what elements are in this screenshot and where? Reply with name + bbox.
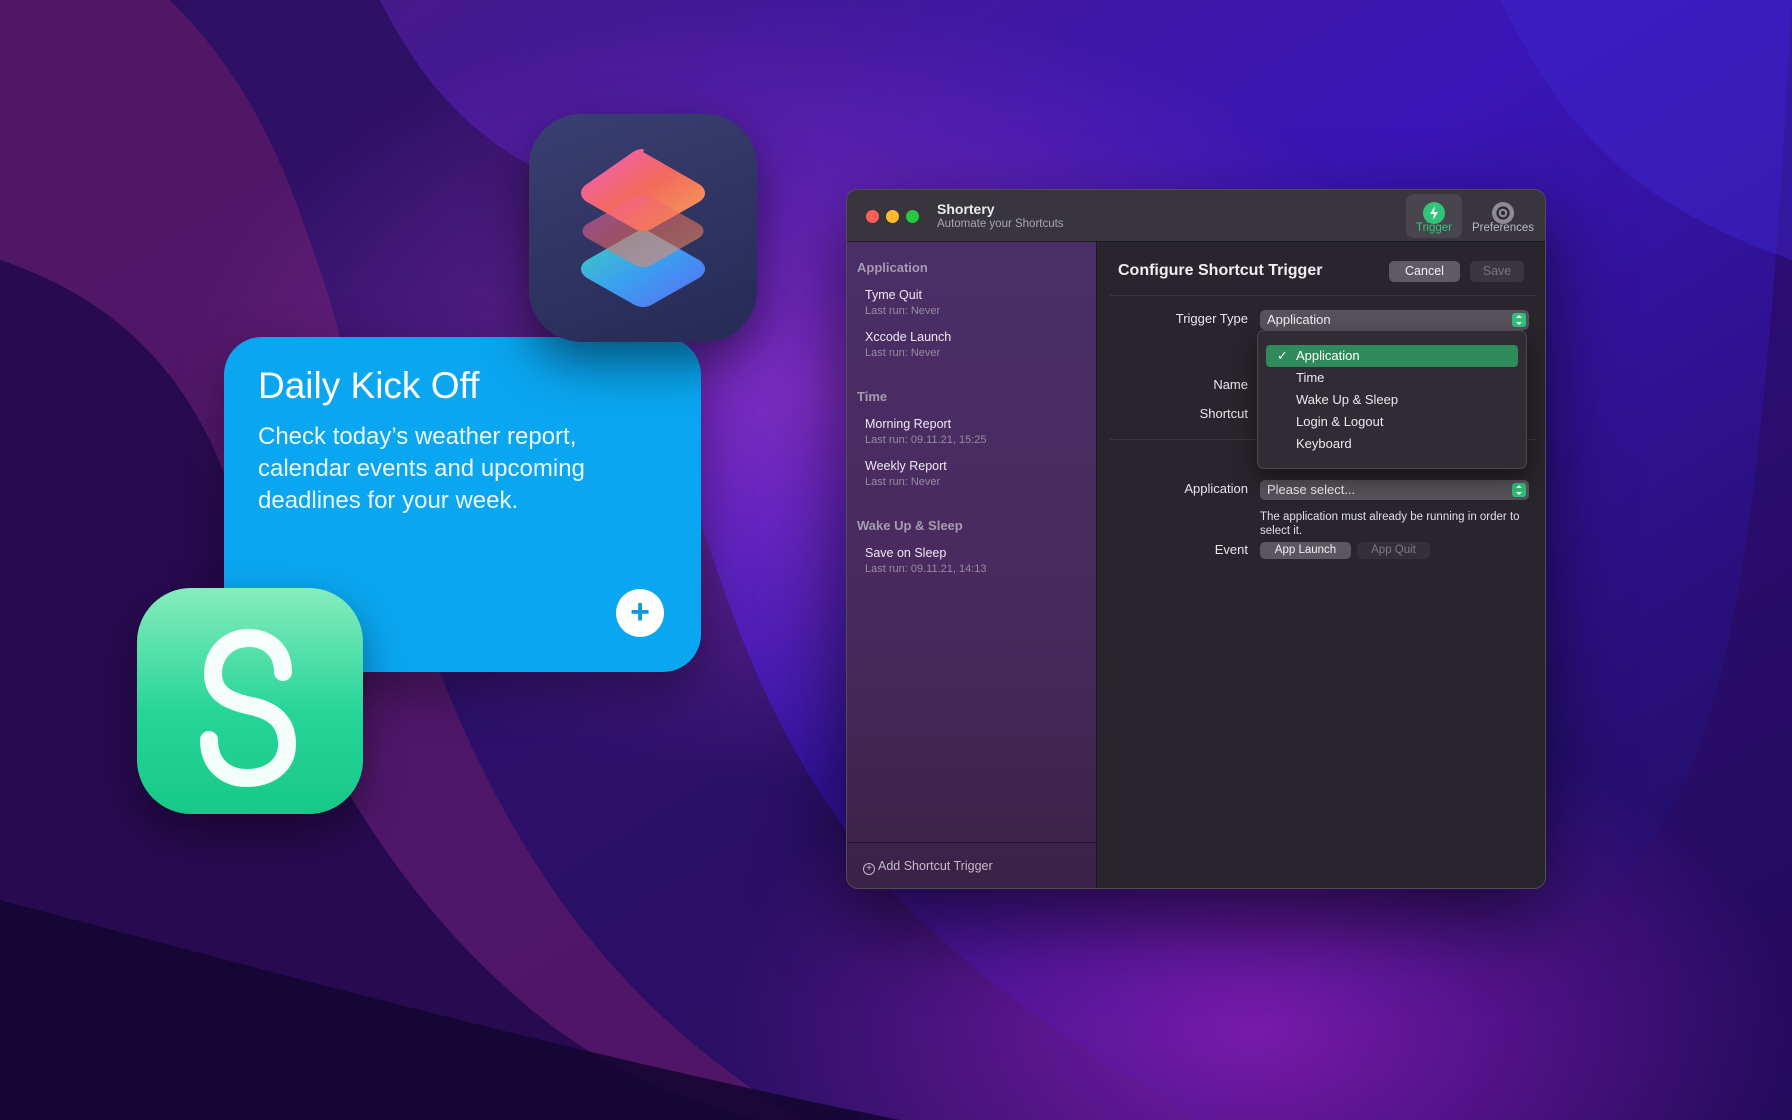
plus-circle-icon: +: [863, 863, 875, 875]
trigger-type-value: Application: [1267, 312, 1331, 327]
dropdown-option-label: Keyboard: [1296, 436, 1352, 451]
shortcuts-logo-icon: [581, 149, 705, 307]
toolbar-preferences-label: Preferences: [1471, 222, 1534, 234]
zoom-window-button[interactable]: [906, 210, 919, 223]
shortcut-label: Shortcut: [1199, 406, 1248, 421]
dropdown-option-wake-up-sleep[interactable]: Wake Up & Sleep: [1266, 389, 1518, 411]
sidebar-item-subtitle: Last run: 09.11.21, 14:13: [865, 563, 987, 575]
widget-description: Check today’s weather report, calendar e…: [258, 423, 585, 514]
cancel-button[interactable]: Cancel: [1389, 261, 1460, 282]
toolbar-preferences-button[interactable]: Preferences: [1472, 194, 1534, 238]
header-divider: [1110, 295, 1535, 296]
chevron-updown-icon: [1512, 313, 1526, 327]
dropdown-option-label: Application: [1296, 348, 1360, 363]
trigger-type-dropdown-menu: ✓ Application Time Wake Up & Sleep Login…: [1257, 330, 1527, 469]
widget-title: Daily Kick Off: [258, 365, 480, 406]
chevron-updown-icon: [1512, 483, 1526, 497]
dropdown-option-label: Wake Up & Sleep: [1296, 392, 1399, 407]
sidebar-item-tyme-quit[interactable]: Tyme Quit Last run: Never: [865, 288, 1085, 317]
sidebar-item-title: Morning Report: [865, 417, 952, 431]
name-label: Name: [1213, 377, 1248, 392]
sidebar-item-title: Xccode Launch: [865, 330, 952, 344]
gear-icon: [1492, 202, 1514, 224]
sidebar-item-morning-report[interactable]: Morning Report Last run: 09.11.21, 15:25: [865, 417, 1085, 446]
shortcuts-app-icon[interactable]: [529, 114, 757, 342]
toolbar-trigger-label: Trigger: [1416, 222, 1452, 234]
sidebar-item-weekly-report[interactable]: Weekly Report Last run: Never: [865, 459, 1085, 488]
sidebar-item-subtitle: Last run: Never: [865, 305, 941, 317]
sidebar-section-time: Time: [857, 389, 888, 404]
application-help-text: The application must already be running …: [1260, 511, 1520, 537]
shortery-window: Shortery Automate your Shortcuts Trigger…: [846, 189, 1546, 889]
shortery-s-logo-icon: [200, 628, 297, 788]
dropdown-option-login-logout[interactable]: Login & Logout: [1266, 411, 1518, 433]
sidebar-item-subtitle: Last run: 09.11.21, 15:25: [865, 434, 987, 446]
event-app-launch-button[interactable]: App Launch: [1260, 542, 1351, 559]
window-subtitle: Automate your Shortcuts: [937, 218, 1064, 230]
bolt-icon: [1423, 202, 1445, 224]
sidebar: Application Tyme Quit Last run: Never Xc…: [847, 242, 1097, 888]
sidebar-item-subtitle: Last run: Never: [865, 347, 941, 359]
event-label: Event: [1214, 542, 1248, 557]
application-select-value: Please select...: [1267, 482, 1356, 497]
dropdown-option-application[interactable]: ✓ Application: [1266, 345, 1518, 367]
checkmark-icon: ✓: [1277, 348, 1288, 363]
title-bar: Shortery Automate your Shortcuts Trigger…: [847, 190, 1545, 242]
add-shortcut-trigger-label: Add Shortcut Trigger: [878, 859, 993, 873]
minimize-window-button[interactable]: [886, 210, 899, 223]
window-title: Shortery: [937, 201, 995, 217]
application-label: Application: [1184, 481, 1248, 496]
sidebar-item-xccode-launch[interactable]: Xccode Launch Last run: Never: [865, 330, 1085, 359]
trigger-type-select[interactable]: Application: [1260, 310, 1529, 330]
dropdown-option-label: Time: [1296, 370, 1325, 385]
close-window-button[interactable]: [866, 210, 879, 223]
sidebar-item-title: Weekly Report: [865, 459, 947, 473]
event-app-quit-button[interactable]: App Quit: [1357, 542, 1430, 559]
widget-add-button[interactable]: +: [616, 589, 664, 637]
dropdown-option-time[interactable]: Time: [1266, 367, 1518, 389]
sidebar-section-application: Application: [857, 260, 928, 275]
add-shortcut-trigger-button[interactable]: + Add Shortcut Trigger: [863, 859, 993, 875]
sidebar-item-save-on-sleep[interactable]: Save on Sleep Last run: 09.11.21, 14:13: [865, 546, 1085, 575]
save-button[interactable]: Save: [1470, 261, 1524, 282]
sidebar-section-wake-up-sleep: Wake Up & Sleep: [857, 518, 963, 533]
sidebar-item-title: Save on Sleep: [865, 546, 947, 560]
sidebar-item-title: Tyme Quit: [865, 288, 922, 302]
shortery-app-icon[interactable]: [137, 588, 363, 814]
toolbar-trigger-button[interactable]: Trigger: [1406, 194, 1462, 238]
page-title: Configure Shortcut Trigger: [1118, 262, 1323, 279]
application-select[interactable]: Please select...: [1260, 480, 1529, 500]
dropdown-option-keyboard[interactable]: Keyboard: [1266, 433, 1518, 455]
trigger-type-label: Trigger Type: [1175, 311, 1248, 326]
dropdown-option-label: Login & Logout: [1296, 414, 1384, 429]
sidebar-footer: + Add Shortcut Trigger: [847, 842, 1096, 888]
sidebar-item-subtitle: Last run: Never: [865, 476, 941, 488]
